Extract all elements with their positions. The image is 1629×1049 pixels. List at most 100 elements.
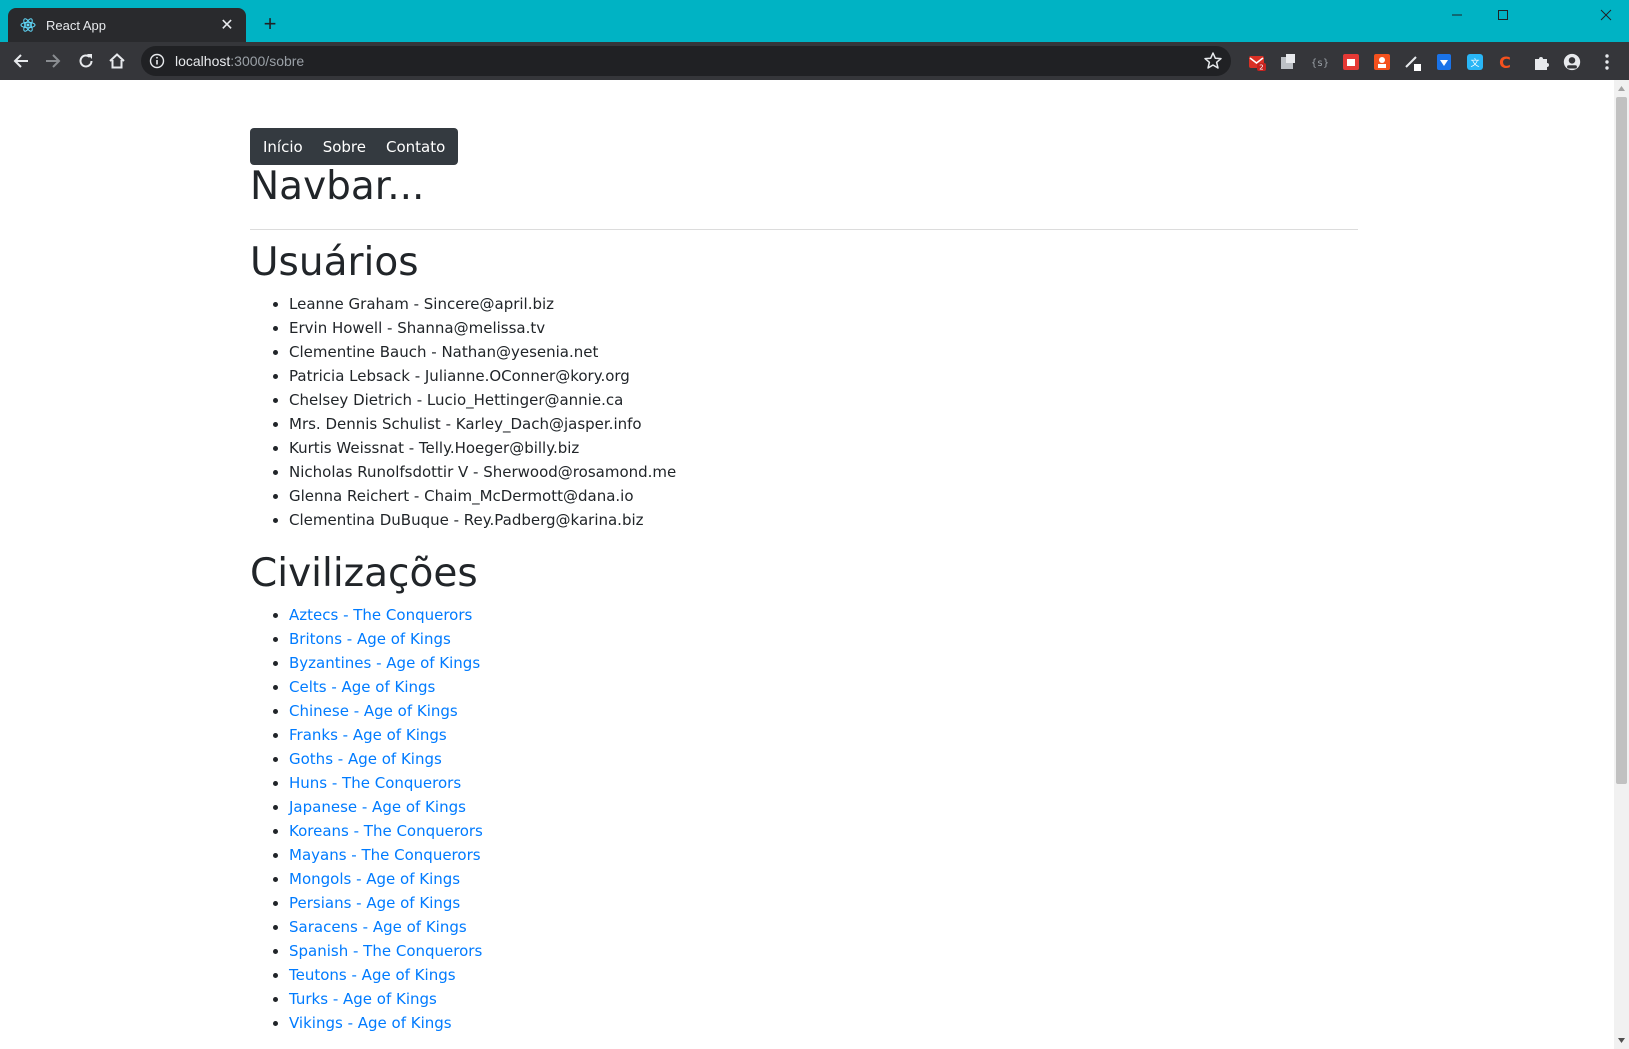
back-button[interactable] xyxy=(7,47,35,75)
nav-link-inicio[interactable]: Início xyxy=(263,138,303,156)
civ-link[interactable]: Huns - The Conquerors xyxy=(289,774,461,792)
civ-item: Britons - Age of Kings xyxy=(289,627,483,651)
civ-link[interactable]: Koreans - The Conquerors xyxy=(289,822,483,840)
civ-item: Mongols - Age of Kings xyxy=(289,867,483,891)
red-gift-extension-icon[interactable] xyxy=(1342,53,1360,71)
user-item: Patricia Lebsack - Julianne.OConner@kory… xyxy=(289,364,676,388)
react-logo-icon xyxy=(20,17,36,33)
civ-item: Teutons - Age of Kings xyxy=(289,963,483,987)
civ-link[interactable]: Celts - Age of Kings xyxy=(289,678,435,696)
url-path: :3000/sobre xyxy=(230,53,305,69)
pen-extension-icon[interactable] xyxy=(1404,53,1422,71)
mail-extension-icon[interactable]: 2 xyxy=(1248,53,1266,71)
reload-icon xyxy=(79,54,93,68)
users-heading: Usuários xyxy=(250,240,419,285)
svg-text:{s}: {s} xyxy=(1311,58,1329,69)
civ-item: Huns - The Conquerors xyxy=(289,771,483,795)
user-item: Glenna Reichert - Chaim_McDermott@dana.i… xyxy=(289,484,676,508)
top-navbar: Início Sobre Contato xyxy=(250,128,459,165)
arrow-right-icon xyxy=(46,54,61,68)
home-button[interactable] xyxy=(103,47,131,75)
reload-button[interactable] xyxy=(72,47,100,75)
puzzle-extensions-icon[interactable] xyxy=(1532,53,1550,71)
c-extension-icon[interactable]: C xyxy=(1497,53,1515,71)
user-item: Mrs. Dennis Schulist - Karley_Dach@jaspe… xyxy=(289,412,676,436)
tab-close-icon[interactable]: ✕ xyxy=(218,15,236,35)
civ-link[interactable]: Goths - Age of Kings xyxy=(289,750,442,768)
civ-link[interactable]: Britons - Age of Kings xyxy=(289,630,451,648)
user-item: Chelsey Dietrich - Lucio_Hettinger@annie… xyxy=(289,388,676,412)
close-window-icon xyxy=(1600,9,1612,21)
civ-link[interactable]: Chinese - Age of Kings xyxy=(289,702,458,720)
civ-link[interactable]: Spanish - The Conquerors xyxy=(289,942,482,960)
tab-title: React App xyxy=(46,17,106,33)
civ-link[interactable]: Franks - Age of Kings xyxy=(289,726,447,744)
scrollbar-thumb[interactable] xyxy=(1616,97,1627,784)
nav-link-sobre[interactable]: Sobre xyxy=(323,138,366,156)
forward-button[interactable] xyxy=(39,47,67,75)
civ-link[interactable]: Byzantines - Age of Kings xyxy=(289,654,480,672)
civ-link[interactable]: Saracens - Age of Kings xyxy=(289,918,467,936)
civ-link[interactable]: Turks - Age of Kings xyxy=(289,990,437,1008)
maximize-icon xyxy=(1498,10,1508,20)
civ-item: Persians - Age of Kings xyxy=(289,891,483,915)
translate-extension-icon[interactable]: 文 xyxy=(1466,53,1484,71)
civ-item: Chinese - Age of Kings xyxy=(289,699,483,723)
arrow-left-icon xyxy=(13,54,28,68)
home-icon xyxy=(109,53,125,69)
bookmark-star-icon[interactable] xyxy=(1203,51,1223,71)
url-text: localhost:3000/sobre xyxy=(175,53,304,69)
profile-avatar-icon[interactable] xyxy=(1563,53,1581,71)
minimize-button[interactable] xyxy=(1434,0,1480,30)
civ-link[interactable]: Vikings - Age of Kings xyxy=(289,1014,452,1032)
page-title: Navbar... xyxy=(250,164,425,209)
mail-badge: 2 xyxy=(1259,64,1263,72)
scroll-up-arrow-icon[interactable] xyxy=(1617,84,1626,93)
download-extension-icon[interactable] xyxy=(1435,53,1453,71)
civ-link[interactable]: Mongols - Age of Kings xyxy=(289,870,460,888)
user-item: Clementina DuBuque - Rey.Padberg@karina.… xyxy=(289,508,676,532)
civ-link[interactable]: Japanese - Age of Kings xyxy=(289,798,466,816)
civ-link[interactable]: Aztecs - The Conquerors xyxy=(289,606,472,624)
civ-item: Aztecs - The Conquerors xyxy=(289,603,483,627)
browser-toolbar: localhost:3000/sobre 2 {s} 文 C xyxy=(0,42,1629,80)
user-item: Nicholas Runolfsdottir V - Sherwood@rosa… xyxy=(289,460,676,484)
civ-item: Vikings - Age of Kings xyxy=(289,1011,483,1035)
scroll-down-arrow-icon[interactable] xyxy=(1617,1036,1626,1045)
user-item: Kurtis Weissnat - Telly.Hoeger@billy.biz xyxy=(289,436,676,460)
vertical-scrollbar[interactable] xyxy=(1614,80,1629,1049)
civ-item: Celts - Age of Kings xyxy=(289,675,483,699)
nav-link-contato[interactable]: Contato xyxy=(386,138,445,156)
civ-item: Franks - Age of Kings xyxy=(289,723,483,747)
svg-text:文: 文 xyxy=(1470,57,1479,69)
minimize-icon xyxy=(1452,14,1462,16)
civ-link[interactable]: Teutons - Age of Kings xyxy=(289,966,456,984)
browser-tab-active[interactable]: React App ✕ xyxy=(8,8,246,42)
civ-link[interactable]: Mayans - The Conquerors xyxy=(289,846,481,864)
svg-text:C: C xyxy=(1499,53,1511,71)
civ-item: Japanese - Age of Kings xyxy=(289,795,483,819)
civ-item: Saracens - Age of Kings xyxy=(289,915,483,939)
user-item: Clementine Bauch - Nathan@yesenia.net xyxy=(289,340,676,364)
clipboard-extension-icon[interactable] xyxy=(1279,53,1297,71)
new-tab-button[interactable]: + xyxy=(258,12,282,36)
menu-kebab-icon[interactable] xyxy=(1598,53,1616,71)
site-info-icon[interactable] xyxy=(149,53,165,69)
user-item: Ervin Howell - Shanna@melissa.tv xyxy=(289,316,676,340)
user-item: Leanne Graham - Sincere@april.biz xyxy=(289,292,676,316)
close-window-button[interactable] xyxy=(1583,0,1629,30)
url-host: localhost xyxy=(175,53,231,69)
tab-strip: React App ✕ + xyxy=(0,0,1629,42)
civ-link[interactable]: Persians - Age of Kings xyxy=(289,894,460,912)
civ-item: Byzantines - Age of Kings xyxy=(289,651,483,675)
maximize-button[interactable] xyxy=(1480,0,1526,30)
orange-extension-icon[interactable] xyxy=(1373,53,1391,71)
address-bar[interactable]: localhost:3000/sobre xyxy=(141,46,1231,76)
civ-item: Mayans - The Conquerors xyxy=(289,843,483,867)
divider xyxy=(250,229,1358,230)
civ-item: Goths - Age of Kings xyxy=(289,747,483,771)
civ-item: Turks - Age of Kings xyxy=(289,987,483,1011)
civs-list: Aztecs - The Conquerors Britons - Age of… xyxy=(250,603,483,1035)
brackets-extension-icon[interactable]: {s} xyxy=(1311,53,1329,71)
civ-item: Koreans - The Conquerors xyxy=(289,819,483,843)
